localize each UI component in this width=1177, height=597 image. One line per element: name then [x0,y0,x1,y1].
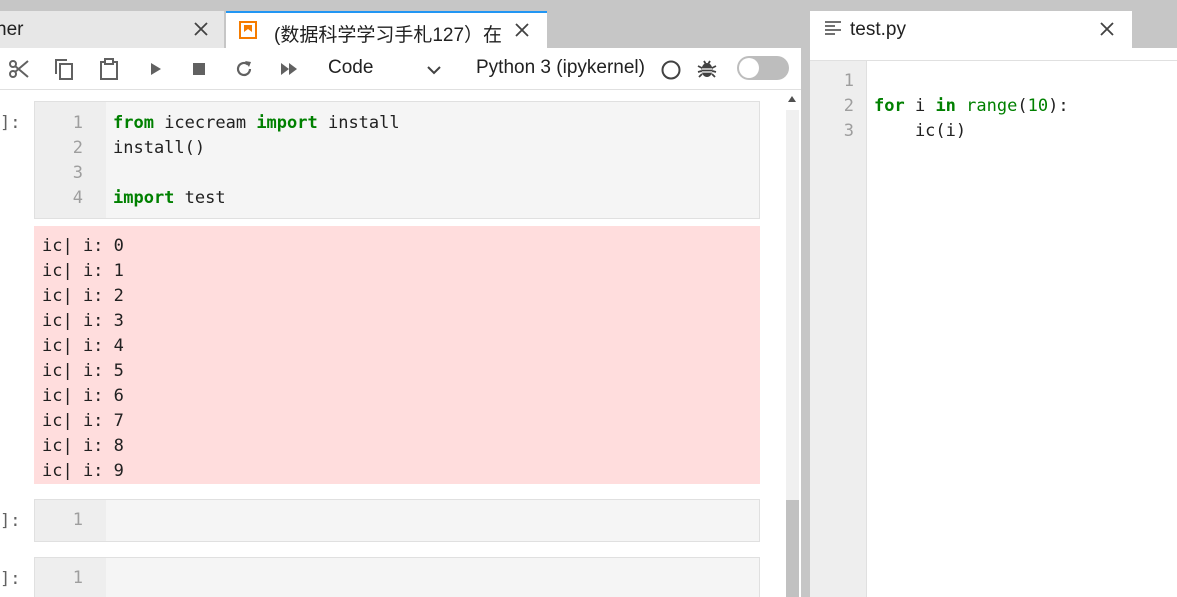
code-editor[interactable]: for i in range(10): ic(i) [810,61,1177,597]
scroll-up-arrow-icon[interactable] [788,96,796,102]
keyword: from [113,113,154,133]
code-text: install() [113,138,206,158]
stop-icon[interactable] [187,57,211,81]
debugger-toggle[interactable] [737,56,789,80]
keyword: import [113,188,175,208]
line-number-gutter: 1 [35,500,106,541]
output-line: ic| i: 1 [42,261,124,281]
code-line: from icecream import install [113,113,400,133]
paste-icon[interactable] [97,57,121,81]
code-cell[interactable]: 1 [34,499,760,542]
tab-test-py-label: test.py [850,19,906,40]
line-number-gutter: 1 2 3 4 [35,102,106,218]
code-cell[interactable]: 1 [34,557,760,597]
kernel-name[interactable]: Python 3 (ipykernel) [476,57,645,79]
notebook-panel: ner (数据科学学习手札127）在 Code Python 3 (ipyker… [0,0,801,597]
text-file-icon [824,20,842,38]
line-number: 4 [72,188,83,208]
panel-splitter[interactable] [801,0,810,597]
output-line: ic| i: 5 [42,361,124,381]
chevron-down-icon[interactable] [424,61,444,79]
scissors-icon[interactable] [7,57,31,81]
tab-test-py[interactable]: test.py [810,11,1132,48]
close-icon[interactable] [190,18,212,40]
notebook-icon [238,20,258,40]
close-icon[interactable] [511,19,533,41]
code-text: i [904,96,936,116]
keyword: import [256,113,318,133]
code-text: install [317,113,400,133]
notebook-toolbar: Code Python 3 (ipykernel) [0,48,801,90]
keyword: in [935,96,956,116]
line-number: 1 [72,113,83,133]
editor-tab-bar: test.py [810,0,1177,48]
cell-prompt: ]: [0,511,21,531]
output-line: ic| i: 6 [42,386,124,406]
output-line: ic| i: 3 [42,311,124,331]
line-number-gutter: 1 [35,558,106,597]
output-line: ic| i: 0 [42,236,124,256]
vertical-scrollbar[interactable] [784,90,801,597]
cell-output-stderr: ic| i: 0 ic| i: 1 ic| i: 2 ic| i: 3 ic| … [34,226,760,484]
code-text: ic(i) [874,121,967,141]
line-number: 1 [72,510,83,530]
output-line: ic| i: 8 [42,436,124,456]
output-line: ic| i: 7 [42,411,124,431]
fast-forward-icon[interactable] [277,57,301,81]
cell-prompt: ]: [0,113,21,133]
editor-panel: test.py 1 2 3 for i in range(10): ic(i) [810,0,1177,597]
line-number: 2 [72,138,83,158]
run-icon[interactable] [143,57,167,81]
line-number: 1 [72,568,83,588]
number: 10 [1027,96,1049,116]
output-line: ic| i: 4 [42,336,124,356]
code-line: install() [113,138,205,158]
code-text: ): [1048,96,1069,116]
scroll-thumb[interactable] [786,500,799,597]
tab-previous-label: ner [0,18,24,40]
tab-notebook-label: (数据科学学习手札127）在 [274,25,503,46]
code-cell[interactable]: 1 2 3 4 from icecream import install ins… [34,101,760,219]
builtin: range [966,96,1018,116]
notebook-tab-bar: ner (数据科学学习手札127）在 [0,0,801,48]
keyword: for [874,96,905,116]
output-line: ic| i: 2 [42,286,124,306]
tab-notebook-active[interactable]: (数据科学学习手札127）在 [226,11,547,48]
output-line: ic| i: 9 [42,461,124,481]
code-line: import test [113,188,226,208]
kernel-idle-icon [660,59,682,81]
code-line: ic(i) [874,121,966,141]
cell-type-select[interactable]: Code [328,57,373,79]
cell-prompt: ]: [0,569,21,589]
code-text: test [174,188,226,208]
line-number: 3 [72,163,83,183]
copy-icon[interactable] [52,57,76,81]
code-text: icecream [153,113,257,133]
tab-previous[interactable]: ner [0,11,224,48]
bug-icon[interactable] [696,58,718,80]
close-icon[interactable] [1096,18,1118,40]
code-text: ( [1017,96,1028,116]
toggle-knob [739,58,759,78]
restart-icon[interactable] [232,57,256,81]
code-line: for i in range(10): [874,96,1069,116]
